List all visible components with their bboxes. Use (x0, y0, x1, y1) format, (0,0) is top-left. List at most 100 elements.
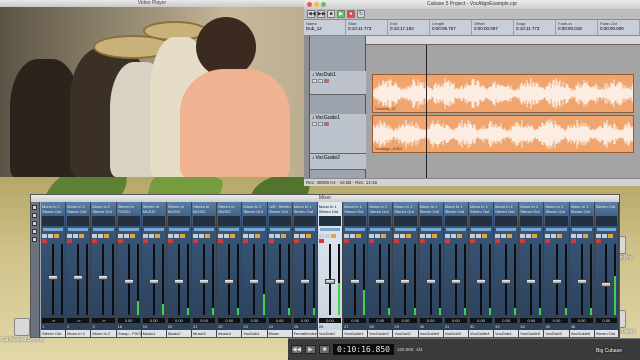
monitor-button[interactable] (205, 234, 211, 238)
fader-handle[interactable] (501, 278, 512, 284)
mute-button[interactable] (520, 234, 526, 238)
fader-handle[interactable] (274, 278, 285, 284)
mute-button[interactable] (193, 234, 199, 238)
monitor-button[interactable] (607, 234, 613, 238)
rewind-button[interactable]: ◀◀ (291, 345, 302, 354)
channel-strip[interactable]: Stereo In MUSIC 0.00 21 Music3 (192, 202, 218, 337)
minimize-button[interactable] (314, 2, 319, 7)
solo-button[interactable] (350, 234, 356, 238)
pan-slider[interactable] (244, 228, 265, 231)
fader-value[interactable]: -∞ (92, 318, 115, 323)
channel-routing[interactable]: Mono In 1 Stereo Out (394, 204, 416, 214)
insert-rack[interactable] (570, 216, 593, 226)
monitor-button[interactable] (280, 234, 286, 238)
fader-handle[interactable] (425, 278, 436, 284)
channel-routing[interactable]: Mono In 2 Stereo Out (92, 204, 114, 214)
insert-rack[interactable] (193, 216, 216, 226)
mixer-view-button[interactable] (32, 237, 37, 242)
pan-slider[interactable] (596, 228, 616, 231)
channel-strip[interactable]: Mono In 1 Stereo Out 0.00 25 FemaleVoice (292, 202, 318, 337)
fader-handle[interactable] (375, 278, 386, 284)
fader-handle[interactable] (98, 274, 109, 280)
track-header[interactable]: ♪ VocGuide2 (310, 154, 366, 170)
info-cell-fade-out[interactable]: Fade-Out 0:00:00.000 (598, 20, 640, 35)
record-enable-button[interactable] (117, 239, 123, 243)
channel-name[interactable]: VocDub3 (443, 330, 468, 337)
record-enable-button[interactable] (324, 122, 329, 126)
channel-routing[interactable]: Stereo Out (596, 204, 617, 209)
monitor-button[interactable] (406, 234, 412, 238)
insert-rack[interactable] (293, 216, 316, 226)
insert-rack[interactable] (595, 216, 617, 226)
solo-button[interactable] (425, 234, 431, 238)
monitor-button[interactable] (330, 234, 336, 238)
monitor-button[interactable] (532, 234, 538, 238)
cubase-project-window[interactable]: Cubase 5 Project - VocAlignExample.cpr ◀… (304, 0, 640, 186)
insert-rack[interactable] (520, 216, 543, 226)
channel-strip[interactable]: Mono In 1 Stereo Out 0.00 27 VocGuide1 (343, 202, 369, 337)
insert-rack[interactable] (394, 216, 417, 226)
fader-value[interactable]: 0.00 (218, 318, 241, 323)
channel-strip[interactable]: Mono In 1 Stereo Out 0.00 29 VocDub2 (393, 202, 419, 337)
channel-strip[interactable]: Stereo In MUSIC 0.00 22 Music4 (217, 202, 243, 337)
channel-strip[interactable]: Mono In 1 Stereo Out 0.00 32 VocGuide4 (468, 202, 495, 337)
monitor-button[interactable] (356, 234, 362, 238)
fader-value[interactable]: 0.00 (243, 318, 266, 323)
insert-rack[interactable] (218, 216, 241, 226)
insert-rack[interactable] (369, 216, 392, 226)
mute-button[interactable] (545, 234, 551, 238)
insert-rack[interactable] (142, 216, 165, 226)
mute-button[interactable] (444, 234, 450, 238)
fader-handle[interactable] (249, 278, 260, 284)
fader-value[interactable]: 0.00 (595, 318, 617, 323)
fader-handle[interactable] (551, 278, 562, 284)
track-header[interactable]: ♪ VocGuide1 (310, 114, 366, 154)
channel-strip[interactable]: Mono In 1 Stereo Out 0.00 36 VocGuide6 (569, 202, 595, 337)
channel-routing[interactable]: Mono In 1 Stereo Out (67, 204, 89, 214)
monitor-button[interactable] (431, 234, 437, 238)
fader-value[interactable]: 0.00 (344, 318, 367, 323)
fader-value[interactable]: 0.00 (293, 318, 316, 323)
pan-slider[interactable] (43, 228, 64, 231)
mixer-window[interactable]: Mixer Mono In 1 Stereo Out -∞ 1 Stereo Out Mo… (30, 194, 620, 338)
channel-name[interactable]: Music (267, 330, 292, 337)
fader-handle[interactable] (450, 278, 461, 284)
arrange-window[interactable]: VocDub_12 VocAlign_AX01 (366, 36, 640, 178)
monitor-button[interactable] (381, 234, 387, 238)
channel-routing[interactable]: Stereo In MUSIC (168, 204, 190, 214)
pan-slider[interactable] (521, 228, 542, 231)
rewind-button[interactable]: ◀◀ (307, 10, 316, 18)
mute-button[interactable] (67, 234, 73, 238)
channel-name[interactable]: VocGuide1 (343, 330, 368, 337)
channel-strip[interactable]: Mono In 1 Stereo Out 0.00 23 VocDub1 (242, 202, 268, 337)
channel-strip[interactable]: Stereo In MUSIC 0.00 20 Music2 (166, 202, 193, 337)
timeline-ruler[interactable] (366, 36, 640, 45)
playhead-cursor[interactable] (426, 45, 427, 178)
pan-slider[interactable] (143, 228, 164, 231)
solo-button[interactable] (199, 234, 205, 238)
insert-rack[interactable] (92, 216, 115, 226)
record-enable-button[interactable] (218, 239, 224, 243)
channel-routing[interactable]: Mono In 1 Stereo Out (445, 204, 467, 214)
pan-slider[interactable] (546, 228, 567, 231)
pan-slider[interactable] (93, 228, 114, 231)
mute-button[interactable] (318, 234, 324, 238)
channel-strip[interactable]: Mono In 1 Stereo Out 0.00 28 VocGuide2 (368, 202, 394, 337)
channel-strip[interactable]: Mono In 1 Stereo Out 0.00 33 VocDub4 (494, 202, 520, 337)
record-enable-button[interactable] (444, 239, 450, 243)
solo-button[interactable] (375, 234, 381, 238)
solo-button[interactable] (173, 234, 179, 238)
info-cell-name[interactable]: Name Dub_12 (304, 20, 346, 35)
fader-value[interactable]: 0.00 (545, 318, 568, 323)
monitor-button[interactable] (582, 234, 588, 238)
video-player-window[interactable]: Video Player (0, 0, 304, 177)
channel-strip[interactable]: Mono In 1 Stereo Out -∞ 1 Stereo Out (41, 202, 67, 337)
info-cell-snap[interactable]: Snap 0:10:11.773 (514, 20, 556, 35)
channel-name[interactable]: FemaleVoice (292, 330, 317, 337)
monitor-button[interactable] (230, 234, 236, 238)
fader-handle[interactable] (526, 278, 537, 284)
monitor-button[interactable] (557, 234, 563, 238)
record-enable-button[interactable] (243, 239, 249, 243)
pan-slider[interactable] (194, 228, 215, 231)
record-enable-button[interactable] (570, 239, 576, 243)
